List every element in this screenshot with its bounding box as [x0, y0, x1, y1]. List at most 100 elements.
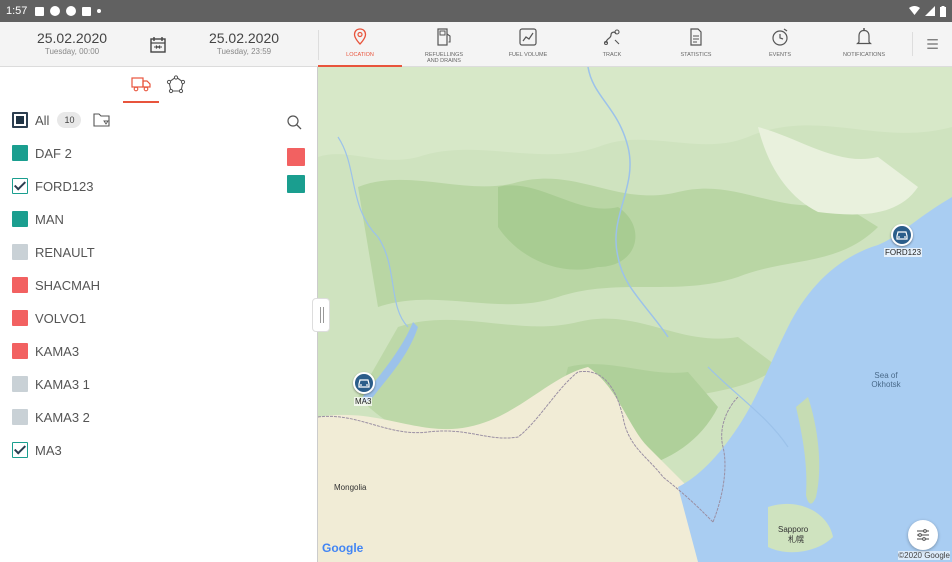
- vehicle-name: MAN: [35, 211, 64, 227]
- vehicle-row[interactable]: MA3: [12, 441, 212, 459]
- search-icon[interactable]: [286, 114, 302, 130]
- car-icon: [358, 379, 370, 388]
- vehicle-name: KAMA3: [35, 343, 80, 359]
- vehicle-checkbox[interactable]: [12, 145, 28, 161]
- folder-filter-icon[interactable]: [93, 112, 111, 128]
- geozone-polygon-icon: [166, 75, 186, 94]
- tab-statistics[interactable]: STATISTICS: [654, 22, 738, 67]
- signal-icon: [925, 6, 935, 16]
- vehicle-row[interactable]: SHACMAH: [12, 276, 212, 294]
- calendar-range-icon[interactable]: [148, 35, 168, 55]
- events-clock-icon: [772, 28, 788, 46]
- vehicle-checkbox[interactable]: [12, 343, 28, 359]
- tab-statistics-label: STATISTICS: [680, 52, 712, 58]
- vehicle-row[interactable]: FORD123: [12, 177, 212, 195]
- vehicle-name: DAF 2: [35, 145, 72, 161]
- sd-card-icon: [82, 6, 92, 16]
- tab-fuel-volume-label: FUEL VOLUME: [508, 52, 548, 58]
- map-label-mongolia: Mongolia: [334, 483, 367, 492]
- statistics-document-icon: [690, 28, 702, 46]
- vehicle-name: MA3: [35, 442, 62, 458]
- status-time: 1:57: [6, 5, 28, 17]
- color-filter-teal[interactable]: [287, 175, 305, 193]
- date-to-sub: Tuesday, 23:59: [216, 47, 272, 56]
- bell-icon: [856, 28, 872, 45]
- vehicle-name: RENAULT: [35, 244, 95, 260]
- notification-circle-icon: [66, 6, 77, 16]
- map-label-sea: Sea of Okhotsk: [871, 371, 901, 389]
- truck-icon: [131, 77, 151, 92]
- vehicle-name: KAMA3 2: [35, 409, 90, 425]
- vehicle-name: SHACMAH: [35, 277, 101, 293]
- vehicle-checkbox[interactable]: [12, 409, 28, 425]
- vehicle-row[interactable]: VOLVO1: [12, 309, 212, 327]
- vehicle-row[interactable]: DAF 2: [12, 144, 212, 162]
- map-filter-button[interactable]: [908, 520, 938, 550]
- vehicle-checkbox[interactable]: [12, 277, 28, 293]
- tab-geozones[interactable]: [158, 75, 194, 103]
- status-bar: 1:57: [0, 0, 952, 22]
- date-from[interactable]: 25.02.2020 Tuesday, 00:00: [30, 30, 114, 56]
- vehicle-marker-ma3-label: MA3: [354, 397, 373, 406]
- vehicle-sidebar: All 10 DAF 2 FORD123 MAN RENAULT SHACMAH VOLV…: [0, 67, 318, 562]
- map-label-sapporo: Sapporo: [778, 525, 809, 534]
- vehicle-marker-ford123[interactable]: [891, 224, 913, 246]
- vehicle-checkbox[interactable]: [12, 310, 28, 326]
- car-icon: [896, 231, 908, 240]
- sidebar-resize-handle[interactable]: [312, 298, 330, 332]
- vehicle-row[interactable]: RENAULT: [12, 243, 212, 261]
- tab-notifications-label: NOTIFICATIONS: [842, 52, 886, 58]
- checkmark-icon: [13, 442, 27, 455]
- battery-icon: [940, 5, 946, 17]
- wifi-icon: [909, 6, 920, 15]
- vehicle-marker-ford123-label: FORD123: [884, 248, 923, 257]
- vehicle-checkbox[interactable]: [12, 376, 28, 392]
- vehicle-row[interactable]: KAMA3 1: [12, 375, 212, 393]
- select-all-checkbox[interactable]: [12, 112, 28, 128]
- tab-refuellings[interactable]: REFUELLINGS AND DRAINS: [402, 22, 486, 67]
- color-filter-red[interactable]: [287, 148, 305, 166]
- map-view[interactable]: Mongolia Sea of Okhotsk Sapporo 札幌 FORD1…: [318, 67, 952, 562]
- date-to-value: 25.02.2020: [208, 30, 280, 46]
- date-to[interactable]: 25.02.2020 Tuesday, 23:59: [202, 30, 286, 56]
- map-canvas: [318, 67, 952, 562]
- top-toolbar: 25.02.2020 Tuesday, 00:00 25.02.2020 Tue…: [0, 22, 952, 67]
- tab-fuel-volume[interactable]: FUEL VOLUME: [486, 22, 570, 67]
- notification-icon: [35, 6, 45, 16]
- tab-vehicles[interactable]: [123, 75, 159, 103]
- vehicle-checkbox[interactable]: [12, 211, 28, 227]
- vehicle-name: VOLVO1: [35, 310, 87, 326]
- tab-events-label: EVENTS: [768, 52, 791, 58]
- map-copyright: ©2020 Google: [898, 551, 950, 560]
- tab-track-label: TRACK: [602, 52, 622, 58]
- vehicle-row[interactable]: MAN: [12, 210, 212, 228]
- track-route-icon: [603, 29, 620, 46]
- tab-location[interactable]: LOCATION: [318, 22, 402, 67]
- vehicle-checkbox[interactable]: [12, 178, 28, 194]
- hamburger-menu-icon[interactable]: [912, 32, 942, 56]
- date-from-value: 25.02.2020: [36, 30, 108, 46]
- fuel-chart-icon: [519, 28, 537, 46]
- vehicle-count-badge: 10: [57, 112, 82, 128]
- google-logo: Google: [322, 541, 364, 555]
- tab-events[interactable]: EVENTS: [738, 22, 822, 67]
- checkmark-icon: [13, 178, 27, 191]
- select-all-row[interactable]: All 10: [12, 111, 312, 129]
- tab-location-label: LOCATION: [346, 52, 374, 58]
- notification-circle-icon: [50, 6, 61, 16]
- date-from-sub: Tuesday, 00:00: [44, 47, 100, 56]
- vehicle-row[interactable]: KAMA3 2: [12, 408, 212, 426]
- tab-notifications[interactable]: NOTIFICATIONS: [822, 22, 906, 67]
- vehicle-name: FORD123: [35, 178, 94, 194]
- vehicle-name: KAMA3 1: [35, 376, 90, 392]
- vehicle-checkbox[interactable]: [12, 244, 28, 260]
- vehicle-row[interactable]: KAMA3: [12, 342, 212, 360]
- select-all-label: All: [35, 112, 50, 128]
- tab-refuellings-label: REFUELLINGS AND DRAINS: [424, 52, 464, 64]
- vehicle-checkbox[interactable]: [12, 442, 28, 458]
- sliders-icon: [917, 529, 929, 541]
- vehicle-marker-ma3[interactable]: [353, 372, 375, 394]
- location-pin-icon: [353, 28, 367, 45]
- map-label-sapporo-jp: 札幌: [788, 535, 804, 544]
- tab-track[interactable]: TRACK: [570, 22, 654, 67]
